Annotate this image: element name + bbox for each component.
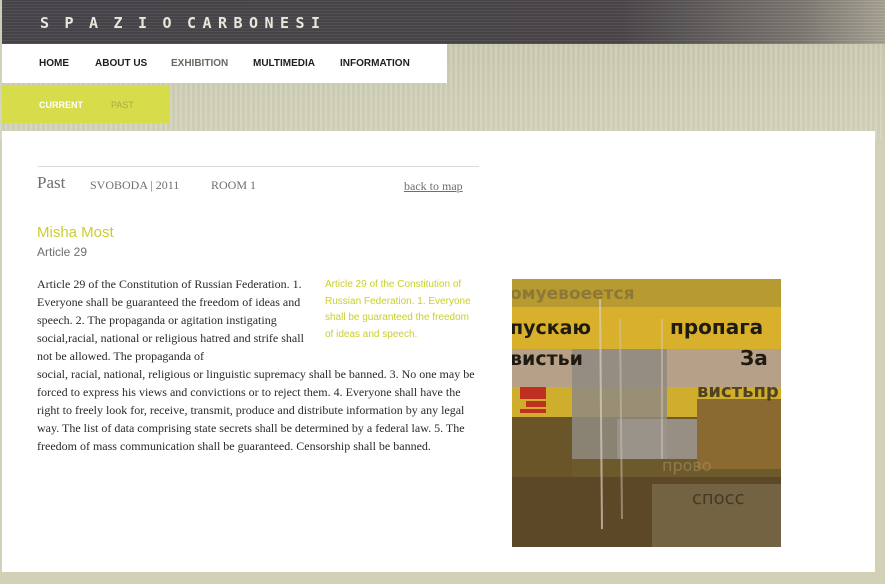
painting-text: За [740, 346, 768, 370]
painting-text: спосс [692, 488, 744, 509]
logo-letter: N [264, 14, 274, 32]
site-logo[interactable]: SPAZIOCARBONESI [40, 14, 327, 32]
logo-letter: S [295, 14, 305, 32]
subnav-item-current[interactable]: CURRENT [39, 100, 83, 110]
nav-item-exhibition[interactable]: EXHIBITION [171, 58, 228, 69]
artwork-painting: омуевоеется пускаю пропага вистьи За вис… [512, 279, 781, 547]
back-to-map-link[interactable]: back to map [404, 179, 463, 194]
artwork-title: Article 29 [37, 245, 88, 259]
painting-text: прово [662, 456, 712, 475]
logo-letter: R [218, 14, 228, 32]
logo-letter: I [138, 14, 148, 32]
logo-letter: C [187, 14, 197, 32]
logo-letter: B [233, 14, 243, 32]
description-rest: social, racial, national, religious or l… [37, 367, 475, 453]
artist-name: Misha Most [37, 224, 114, 241]
logo-letter: S [40, 14, 50, 32]
logo-letter: A [202, 14, 212, 32]
painting-text: пускаю [512, 317, 591, 339]
description-intro: Article 29 of the Constitution of Russia… [37, 277, 304, 363]
nav-item-home[interactable]: HOME [39, 58, 69, 69]
breadcrumb-exhibition: SVOBODA | 2011 [90, 178, 180, 192]
logo-letter: O [162, 14, 172, 32]
painting-text: пропага [670, 315, 763, 339]
logo-letter: A [89, 14, 99, 32]
painting-text: вистьи [512, 348, 583, 370]
content-panel: Past SVOBODA | 2011 ROOM 1 back to map M… [2, 131, 875, 572]
breadcrumb-section: Past [37, 173, 66, 192]
logo-letter: Z [113, 14, 123, 32]
breadcrumb-room: ROOM 1 [211, 178, 257, 192]
painting-text: омуевоеется [512, 284, 635, 304]
logo-letter: O [249, 14, 259, 32]
logo-letter: E [280, 14, 290, 32]
subnav-item-past[interactable]: PAST [111, 100, 134, 110]
exhibition-subnav: CURRENT PAST [2, 85, 170, 123]
logo-letter: I [311, 14, 321, 32]
painting-text: вистьпр [697, 381, 779, 402]
artwork-image: омуевоеется пускаю пропага вистьи За вис… [512, 279, 781, 547]
nav-item-about-us[interactable]: ABOUT US [95, 58, 147, 69]
pull-quote: Article 29 of the Constitution of Russia… [325, 279, 471, 340]
site-header: SPAZIOCARBONESI [2, 0, 885, 44]
nav-item-information[interactable]: INFORMATION [340, 58, 410, 69]
nav-item-multimedia[interactable]: MULTIMEDIA [253, 58, 315, 69]
logo-letter: P [64, 14, 74, 32]
main-nav: HOME ABOUT US EXHIBITION MULTIMEDIA INFO… [2, 44, 447, 83]
divider [38, 166, 479, 167]
